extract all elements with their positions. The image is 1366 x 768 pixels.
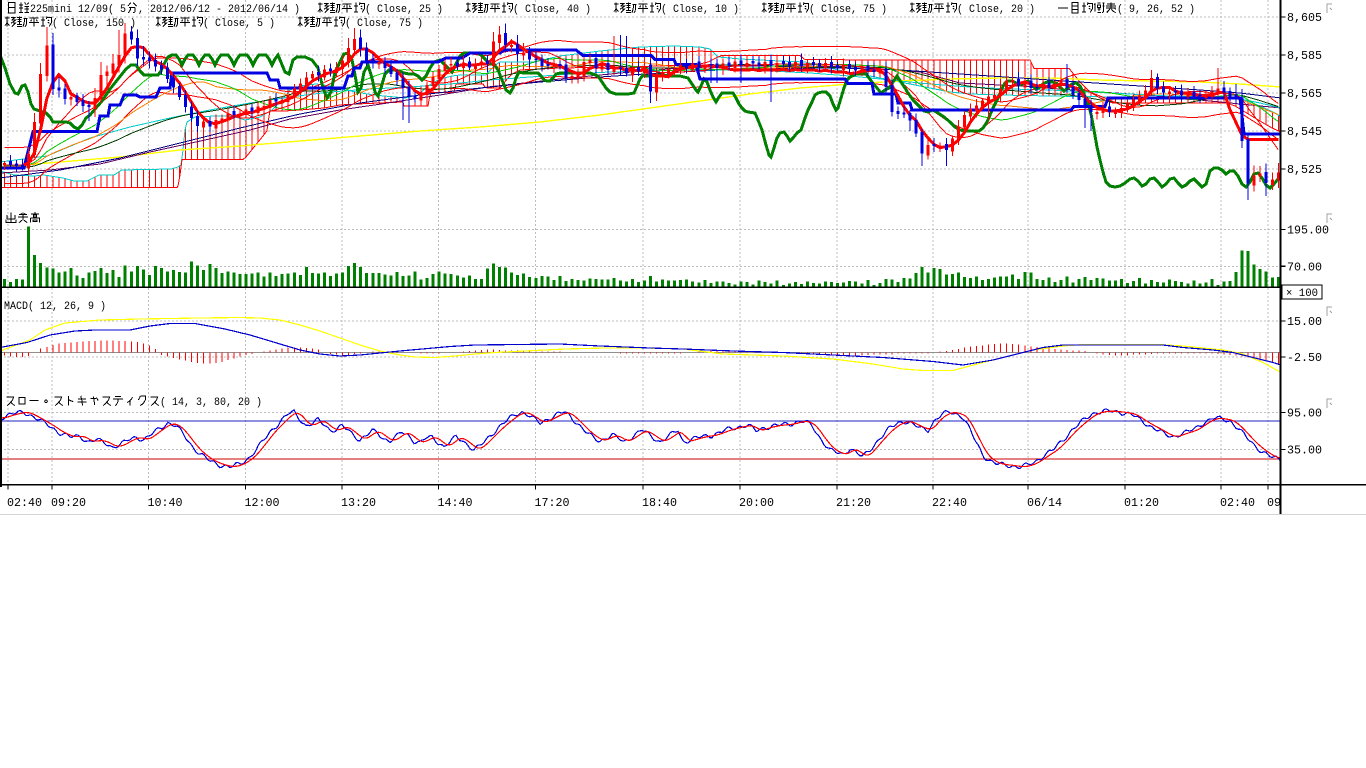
svg-text:8,585: 8,585 bbox=[1287, 49, 1322, 63]
svg-text:( Close, 20 ): ( Close, 20 ) bbox=[957, 4, 1035, 16]
svg-text:35.00: 35.00 bbox=[1287, 443, 1322, 457]
svg-text:-2.50: -2.50 bbox=[1287, 351, 1322, 365]
svg-text:14:40: 14:40 bbox=[438, 496, 473, 510]
svg-text:22:40: 22:40 bbox=[932, 496, 967, 510]
svg-text:21:20: 21:20 bbox=[836, 496, 871, 510]
svg-text:195.00: 195.00 bbox=[1287, 224, 1329, 238]
svg-text:8,525: 8,525 bbox=[1287, 163, 1322, 177]
svg-text:95.00: 95.00 bbox=[1287, 407, 1322, 421]
svg-text:( Close, 5 ): ( Close, 5 ) bbox=[203, 18, 275, 30]
svg-text:12:00: 12:00 bbox=[245, 496, 280, 510]
svg-text:225mini 12/09( 5: 225mini 12/09( 5 bbox=[30, 4, 126, 16]
svg-text:09: 09 bbox=[1267, 496, 1281, 510]
svg-text:, 2012/06/12 - 2012/06/14 ): , 2012/06/12 - 2012/06/14 ) bbox=[138, 4, 300, 16]
svg-text:8,545: 8,545 bbox=[1287, 125, 1322, 139]
svg-text:( Close, 150 ): ( Close, 150 ) bbox=[52, 18, 136, 30]
svg-text:( Close, 75 ): ( Close, 75 ) bbox=[345, 18, 423, 30]
svg-text:MACD( 12, 26, 9 ): MACD( 12, 26, 9 ) bbox=[4, 301, 106, 313]
svg-text:8,565: 8,565 bbox=[1287, 87, 1322, 101]
svg-text:8,605: 8,605 bbox=[1287, 11, 1322, 25]
svg-text:( Close, 25 ): ( Close, 25 ) bbox=[365, 4, 443, 16]
svg-text:02:40: 02:40 bbox=[1220, 496, 1255, 510]
svg-text:× 100: × 100 bbox=[1286, 288, 1318, 300]
svg-text:01:20: 01:20 bbox=[1124, 496, 1159, 510]
svg-text:( Close, 75 ): ( Close, 75 ) bbox=[809, 4, 887, 16]
svg-text:( 14, 3, 80, 20 ): ( 14, 3, 80, 20 ) bbox=[160, 397, 262, 409]
svg-text:( Close, 10 ): ( Close, 10 ) bbox=[661, 4, 739, 16]
svg-text:02:40: 02:40 bbox=[7, 496, 42, 510]
svg-text:20:00: 20:00 bbox=[739, 496, 774, 510]
svg-text:18:40: 18:40 bbox=[642, 496, 677, 510]
svg-text:09:20: 09:20 bbox=[51, 496, 86, 510]
svg-text:13:20: 13:20 bbox=[341, 496, 376, 510]
svg-text:( 9, 26, 52 ): ( 9, 26, 52 ) bbox=[1117, 4, 1195, 16]
svg-text:( Close, 40 ): ( Close, 40 ) bbox=[513, 4, 591, 16]
svg-text:70.00: 70.00 bbox=[1287, 260, 1322, 274]
svg-text:17:20: 17:20 bbox=[535, 496, 570, 510]
svg-text:15.00: 15.00 bbox=[1287, 315, 1322, 329]
svg-text:06/14: 06/14 bbox=[1027, 496, 1062, 510]
svg-text:10:40: 10:40 bbox=[148, 496, 183, 510]
